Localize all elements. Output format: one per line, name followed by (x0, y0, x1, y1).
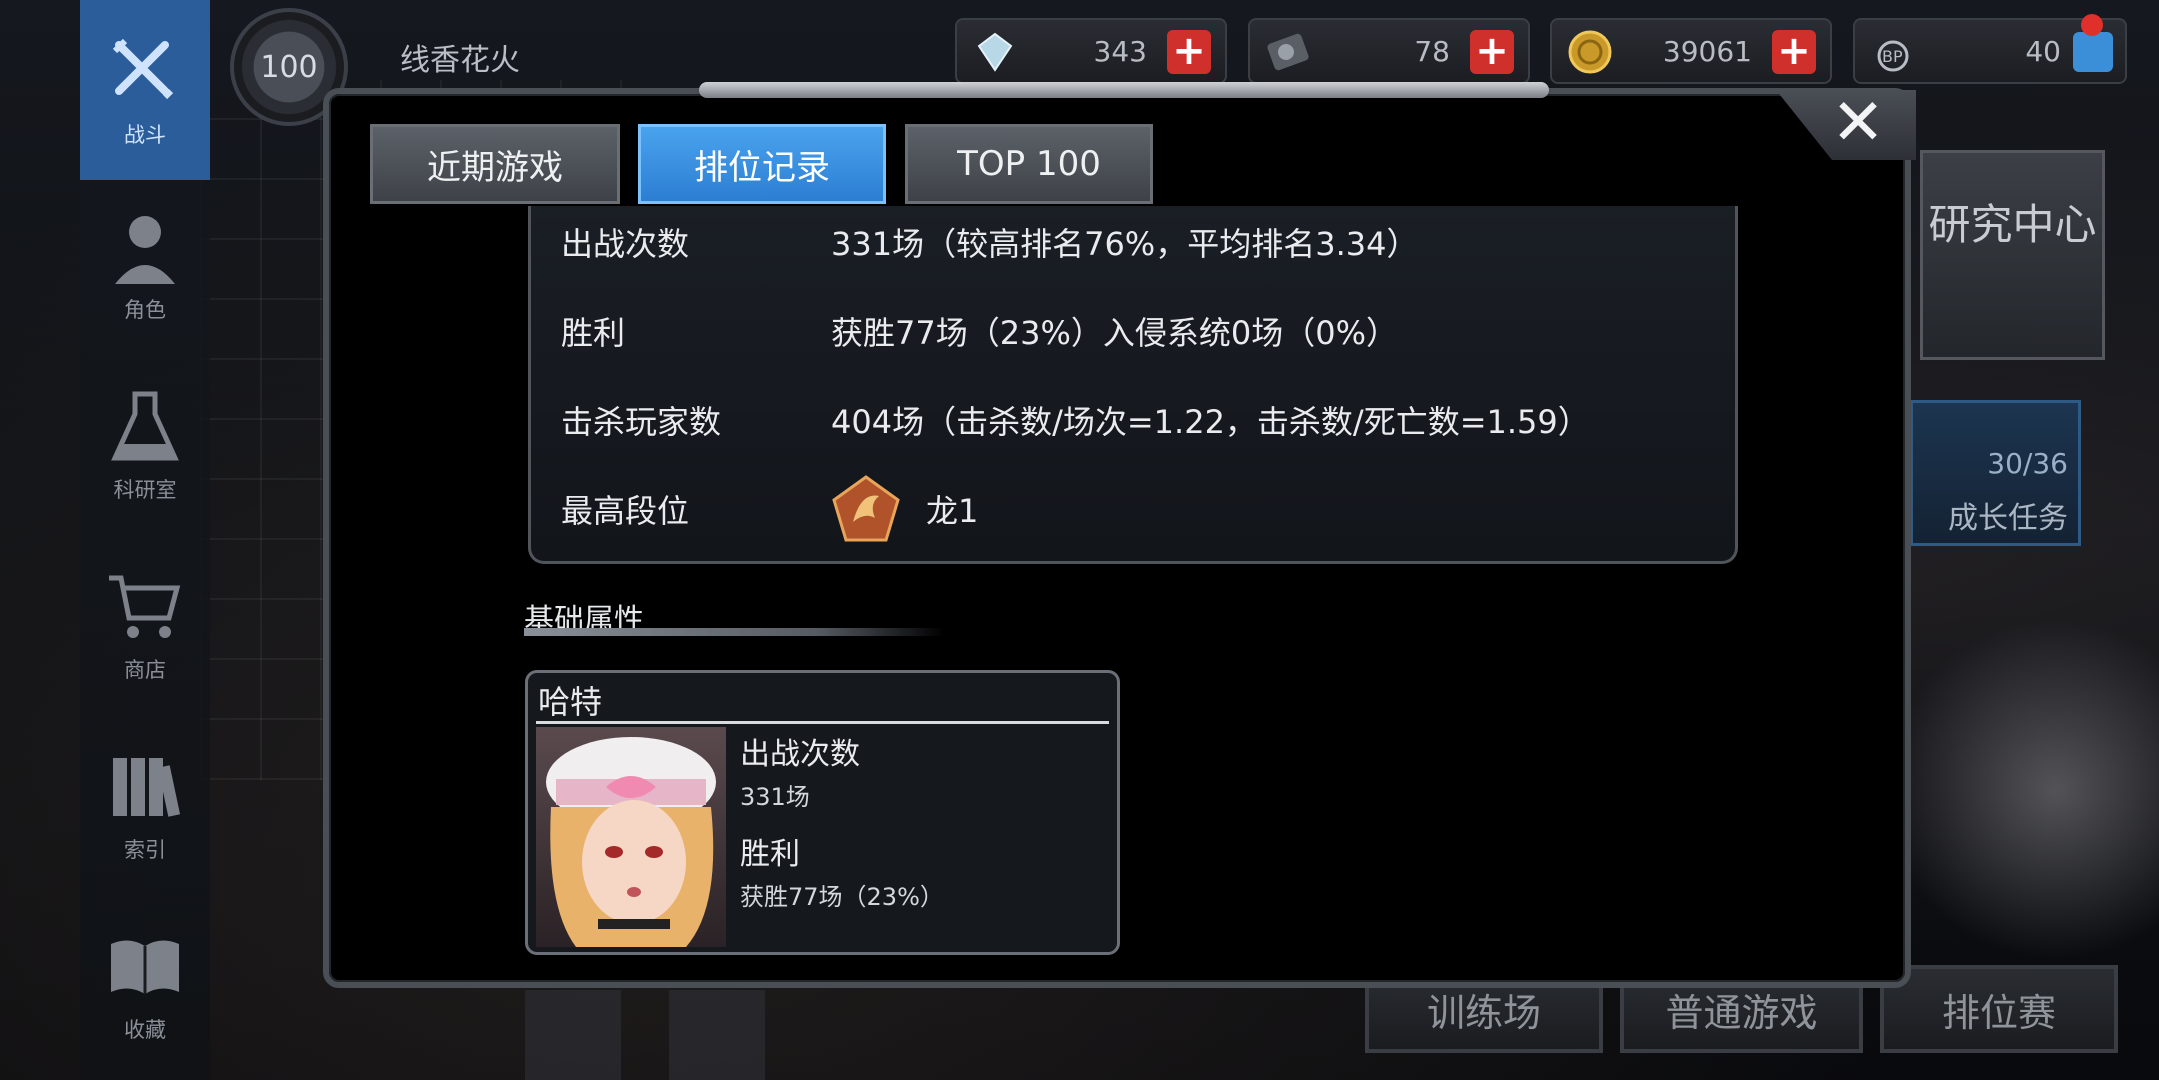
bp-shop-icon[interactable] (2073, 32, 2113, 72)
growth-tasks-count: 30/36 (1987, 447, 2068, 480)
sidebar-item-index[interactable]: 索引 (80, 730, 210, 880)
resource-bp: BP 40 (1853, 14, 2127, 84)
ranked-match-button[interactable]: 排位赛 (1880, 965, 2118, 1053)
resource-crystal: 343 + (955, 18, 1227, 84)
open-book-icon (111, 940, 179, 994)
resource-value: 39061 (1662, 35, 1752, 68)
resource-gold: 39061 + (1550, 18, 1832, 84)
resource-value: 78 (1414, 35, 1450, 68)
stat-label: 击杀玩家数 (561, 403, 722, 441)
stat-row-highest-rank: 最高段位 龙1 (561, 475, 978, 542)
tab-recent-games[interactable]: 近期游戏 (370, 124, 620, 204)
add-disc-button[interactable]: + (1470, 30, 1514, 74)
sidebar-item-lab[interactable]: 科研室 (80, 370, 210, 520)
dialog-top-rail (699, 82, 1549, 98)
tab-ranking-record[interactable]: 排位记录 (638, 124, 886, 204)
stat-value-wrap: 龙1 (831, 474, 978, 544)
stats-card: 出战次数 331场（较高排名76%，平均排名3.34） 胜利 获胜77场（23%… (528, 206, 1738, 564)
resource-value: 40 (2025, 35, 2061, 68)
resource-value: 343 (1093, 35, 1147, 68)
left-sidebar: 战斗 角色 科研室 商店 索引 收藏 (80, 0, 210, 1080)
resource-disc: 78 + (1248, 18, 1530, 84)
stat-label: 胜利 (561, 314, 626, 352)
stat-label: 出战次数 (561, 225, 690, 263)
stat-label: 最高段位 (561, 492, 690, 530)
sidebar-item-collection[interactable]: 收藏 (80, 910, 210, 1060)
character-field-label: 胜利 (740, 837, 800, 872)
player-name: 线香花火 (400, 43, 520, 78)
books-icon (113, 758, 181, 817)
character-name-divider (536, 721, 1109, 724)
growth-tasks-button[interactable]: 30/36 成长任务 (1910, 400, 2081, 546)
stat-row-wins: 胜利 获胜77场（23%）入侵系统0场（0%） (561, 301, 1398, 361)
dragon-rank-emblem-icon (832, 475, 900, 542)
section-title-underline (524, 628, 944, 636)
stat-value: 331场（较高排名76%，平均排名3.34） (831, 225, 1419, 263)
notification-dot (2081, 14, 2103, 36)
character-field-value: 331场 (740, 783, 810, 811)
research-center-button[interactable]: 研究中心 (1920, 150, 2105, 360)
background-character-legs (525, 990, 765, 1080)
bp-paw-icon: BP (1877, 40, 1909, 72)
sidebar-item-character[interactable]: 角色 (80, 190, 210, 340)
gold-coin-icon (1568, 30, 1612, 74)
sidebar-item-label: 战斗 (124, 123, 166, 147)
add-gold-button[interactable]: + (1772, 30, 1816, 74)
cart-icon (109, 575, 181, 638)
character-field-value: 获胜77场（23%） (740, 883, 944, 911)
stat-row-matches: 出战次数 331场（较高排名76%，平均排名3.34） (561, 212, 1418, 272)
crossed-weapons-icon (112, 38, 174, 100)
svg-text:BP: BP (1882, 47, 1903, 66)
stat-value: 获胜77场（23%）入侵系统0场（0%） (831, 314, 1398, 352)
growth-tasks-label: 成长任务 (1948, 501, 2068, 536)
sidebar-item-label: 商店 (124, 658, 166, 682)
sidebar-item-battle[interactable]: 战斗 (80, 0, 210, 180)
character-stats-card[interactable]: 哈特 出战次数 331场 胜利 获胜77场（23%） (525, 670, 1120, 955)
stat-row-kills: 击杀玩家数 404场（击杀数/场次=1.22，击杀数/死亡数=1.59） (561, 390, 1590, 450)
background-character-art (1900, 580, 2159, 1000)
crystal-icon (977, 32, 1013, 72)
flask-icon (111, 391, 179, 461)
sidebar-item-label: 角色 (124, 298, 166, 322)
sidebar-item-label: 索引 (124, 838, 166, 862)
highest-rank-value: 龙1 (926, 492, 979, 530)
character-portrait (536, 727, 726, 947)
tab-top-100[interactable]: TOP 100 (905, 124, 1153, 204)
stat-value: 404场（击杀数/场次=1.22，击杀数/死亡数=1.59） (831, 403, 1590, 441)
disc-icon (1267, 33, 1309, 71)
sidebar-item-label: 收藏 (124, 1018, 166, 1042)
add-crystal-button[interactable]: + (1167, 30, 1211, 74)
sidebar-item-shop[interactable]: 商店 (80, 550, 210, 700)
character-field-label: 出战次数 (740, 737, 860, 772)
character-name: 哈特 (538, 683, 603, 721)
sidebar-item-label: 科研室 (113, 478, 177, 502)
character-bust-icon (115, 216, 175, 284)
